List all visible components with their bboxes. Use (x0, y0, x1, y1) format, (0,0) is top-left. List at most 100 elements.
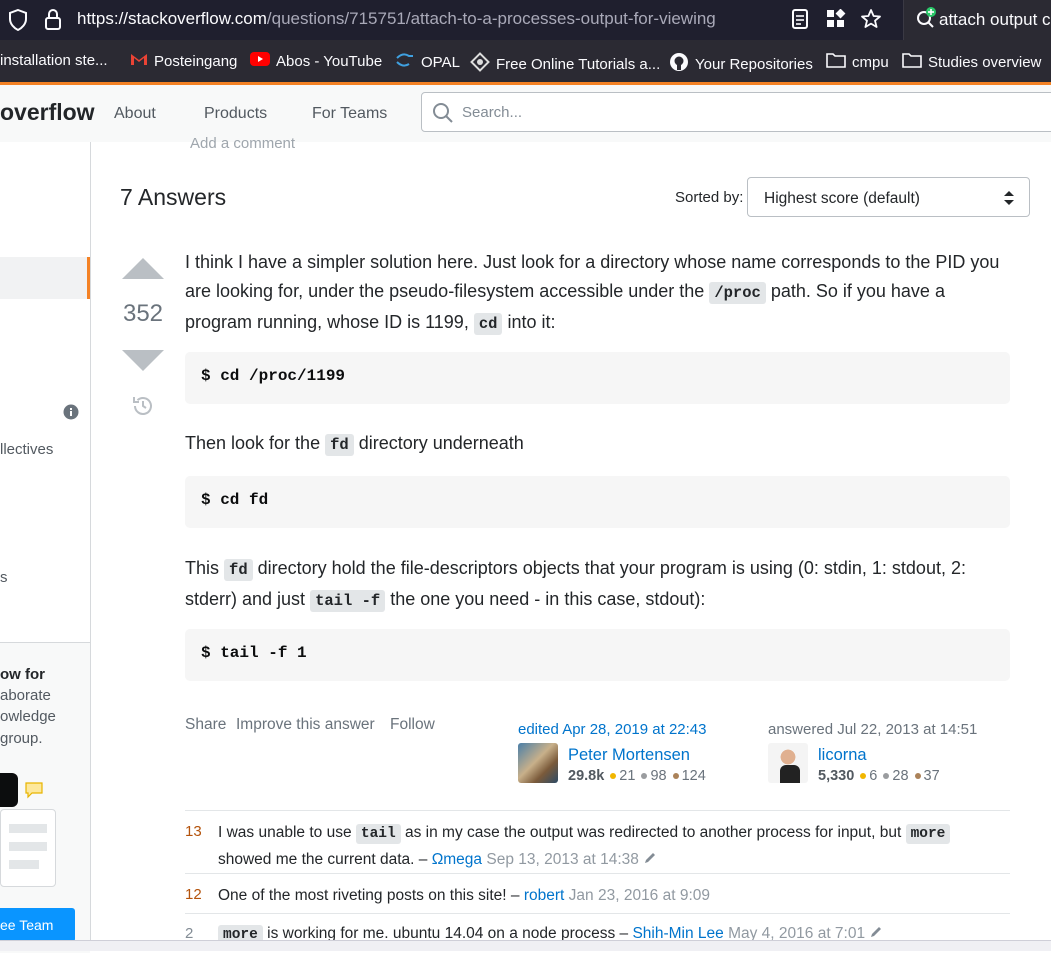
comment: I was unable to use tail as in my case t… (218, 820, 1003, 872)
author-reputation: 5,330 6 28 37 (818, 768, 940, 784)
comment-score: 13 (185, 823, 202, 840)
sort-arrows-icon (1004, 191, 1014, 205)
comment-text: as in my case the output was redirected … (400, 824, 906, 841)
bronze-badge-count: 124 (681, 768, 706, 784)
bookmark-star-icon[interactable] (860, 8, 882, 30)
bookmark-item[interactable]: Free Online Tutorials a... (470, 52, 660, 76)
bookmark-item[interactable]: Posteingang (130, 52, 237, 70)
bronze-badge-icon (672, 773, 679, 779)
bookmark-item[interactable]: OPAL (395, 52, 460, 72)
comment-divider (185, 913, 1010, 914)
follow-link[interactable]: Follow (390, 716, 435, 734)
avatar[interactable] (768, 743, 808, 783)
sidebar-item-label[interactable]: s (0, 569, 8, 586)
bookmark-label: installation ste... (0, 52, 108, 69)
inline-code: fd (325, 434, 354, 456)
comment-user-link[interactable]: robert (524, 887, 565, 904)
improve-answer-link[interactable]: Improve this answer (236, 716, 375, 734)
editor-name[interactable]: Peter Mortensen (568, 746, 690, 765)
answer-paragraph-1: I think I have a simpler solution here. … (185, 248, 1015, 339)
comment-date[interactable]: Sep 13, 2013 at 14:38 (486, 851, 639, 868)
bookmark-label: Abos - YouTube (276, 52, 383, 70)
bookmark-label: Your Repositories (695, 55, 813, 73)
search-placeholder: Search... (462, 104, 523, 121)
gold-badge-icon (610, 773, 617, 779)
edited-timestamp[interactable]: edited Apr 28, 2019 at 22:43 (518, 721, 707, 738)
bookmark-item[interactable]: Your Repositories (669, 52, 813, 76)
teams-promo-line: owledge (0, 708, 56, 725)
downvote-button[interactable] (122, 350, 164, 371)
code-text: $ cd /proc/1199 (201, 367, 346, 385)
pencil-icon (645, 853, 656, 863)
comment-divider (185, 810, 1010, 811)
history-icon[interactable] (131, 394, 155, 418)
gold-badge-count: 21 (619, 768, 636, 784)
comment: One of the most riveting posts on this s… (218, 883, 1003, 908)
editor-reputation: 29.8k 21 98 124 (568, 768, 706, 784)
paragraph-text: This (185, 558, 225, 578)
comment-user-link[interactable]: Ωmega (432, 851, 482, 868)
browser-tab[interactable]: attach output c (903, 0, 1051, 40)
nav-products[interactable]: Products (204, 105, 267, 123)
search-icon (433, 103, 453, 123)
create-team-button[interactable]: ee Team (0, 908, 75, 942)
sidebar-item-collectives[interactable]: llectives (0, 441, 53, 458)
bronze-badge-icon (914, 773, 921, 779)
left-sidebar: llectives s ow for aborate owledge group… (0, 142, 91, 953)
paragraph-text: the one you need - in this case, stdout)… (385, 589, 706, 609)
code-block: $ cd fd (185, 476, 1010, 528)
bookmark-item[interactable]: Studies overview (902, 52, 1041, 72)
address-bar[interactable]: https://stackoverflow.com/questions/7157… (77, 9, 716, 29)
lock-icon[interactable] (43, 8, 63, 30)
teams-promo: ow for aborate owledge group. (0, 642, 90, 953)
reader-view-icon[interactable] (791, 9, 809, 29)
share-link[interactable]: Share (185, 716, 226, 734)
bookmarks-bar: installation ste... Posteingang Abos - Y… (0, 40, 1051, 82)
bookmark-label: Free Online Tutorials a... (496, 55, 661, 73)
reputation-score: 29.8k (568, 768, 605, 784)
tab-title: attach output c (939, 10, 1051, 29)
opal-icon (395, 52, 415, 72)
bookmark-item[interactable]: Abos - YouTube (250, 52, 382, 70)
comment-text: I was unable to use (218, 824, 356, 841)
answer-score: 352 (122, 300, 164, 327)
paragraph-text: into it: (502, 312, 556, 332)
comment-date[interactable]: Jan 23, 2016 at 9:09 (569, 887, 710, 904)
code-block: $ cd /proc/1199 (185, 352, 1010, 404)
chat-bubble-icon (25, 782, 43, 799)
upvote-button[interactable] (122, 258, 164, 279)
inline-code: tail -f (310, 590, 386, 612)
silver-badge-icon (883, 773, 890, 779)
avatar[interactable] (518, 743, 558, 783)
nav-for-teams[interactable]: For Teams (312, 105, 387, 123)
search-plus-icon (917, 7, 936, 28)
info-icon[interactable] (63, 404, 79, 420)
teams-illustration-dark (0, 773, 18, 807)
shield-icon[interactable] (8, 9, 28, 31)
sort-select[interactable]: Highest score (default) (747, 177, 1030, 217)
bookmark-item[interactable]: cmpu (826, 52, 889, 72)
nav-about[interactable]: About (114, 105, 156, 123)
code-text: $ cd fd (201, 491, 269, 509)
silver-badge-count: 98 (650, 768, 667, 784)
bookmark-item[interactable]: installation ste... (0, 52, 108, 69)
answer-paragraph-3: This fd directory hold the file-descript… (185, 554, 1015, 616)
sidebar-item-questions[interactable] (0, 257, 90, 299)
author-name[interactable]: licorna (818, 746, 867, 765)
extensions-grid-icon[interactable] (826, 9, 846, 29)
site-header: overflow About Products For Teams Search… (0, 82, 1051, 142)
youtube-icon (250, 52, 270, 70)
browser-url-bar: https://stackoverflow.com/questions/7157… (0, 0, 1051, 40)
bookmark-label: OPAL (421, 53, 460, 71)
comment-divider (185, 873, 1010, 874)
search-input[interactable]: Search... (421, 92, 1051, 132)
inline-code: more (905, 824, 951, 844)
site-logo[interactable]: overflow (0, 99, 95, 126)
create-team-label: ee Team (0, 917, 54, 933)
paragraph-text: Then look for the (185, 433, 326, 453)
sorted-by-label: Sorted by: (675, 189, 744, 206)
silver-badge-icon (641, 773, 648, 779)
paragraph-text: directory underneath (353, 433, 524, 453)
teams-promo-title: ow for (0, 666, 45, 683)
bronze-badge-count: 37 (923, 768, 940, 784)
